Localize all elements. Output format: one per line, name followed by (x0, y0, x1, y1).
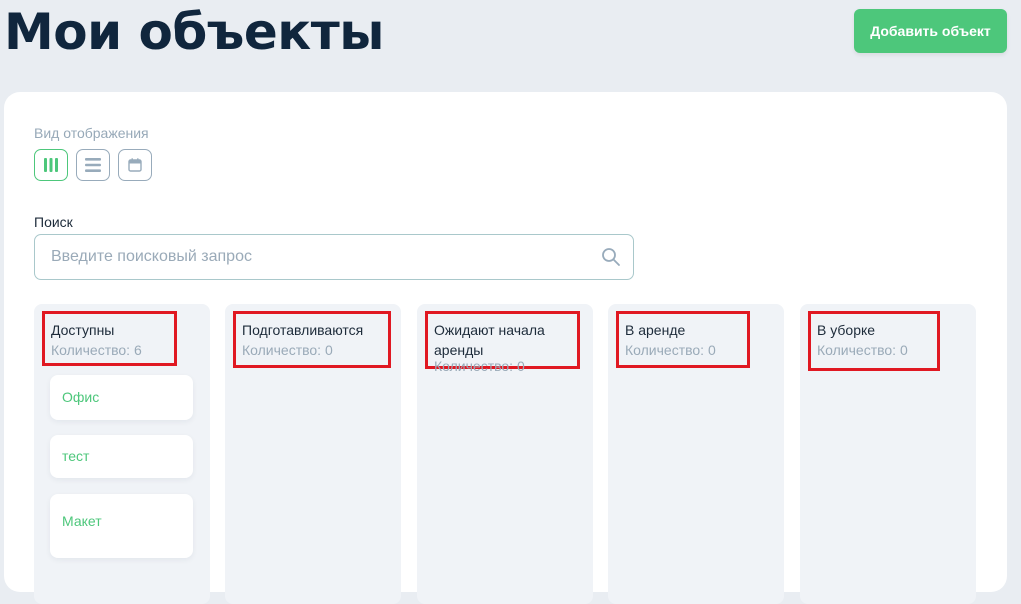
columns-icon (44, 158, 58, 172)
column-header: Подготавливаются Количество: 0 (233, 311, 391, 368)
search-field (34, 234, 634, 280)
column-count: Количество: 0 (817, 342, 908, 358)
view-mode-toggles (34, 149, 152, 181)
view-columns-button[interactable] (34, 149, 68, 181)
view-calendar-button[interactable] (118, 149, 152, 181)
calendar-icon (128, 158, 142, 172)
status-column-available: Доступны Количество: 6 Офис тест Макет (34, 304, 210, 604)
view-list-button[interactable] (76, 149, 110, 181)
object-card[interactable]: Офис (50, 375, 193, 420)
column-title: Ожидают начала аренды (434, 322, 545, 358)
status-column-preparing: Подготавливаются Количество: 0 (225, 304, 401, 604)
search-label: Поиск (34, 214, 73, 230)
page-title: Мои объекты (4, 3, 384, 61)
status-column-awaiting-rent: Ожидают начала аренды Количество: 0 (417, 304, 593, 604)
search-icon[interactable] (601, 247, 621, 267)
column-count: Количество: 0 (434, 358, 525, 374)
status-column-cleaning: В уборке Количество: 0 (800, 304, 976, 604)
view-mode-label: Вид отображения (34, 125, 149, 141)
list-icon (85, 158, 101, 172)
column-header: Ожидают начала аренды Количество: 0 (425, 311, 580, 374)
status-column-rented: В аренде Количество: 0 (608, 304, 784, 604)
column-title: Подготавливаются (242, 322, 364, 338)
search-input[interactable] (35, 235, 595, 279)
column-count: Количество: 0 (242, 342, 333, 358)
column-header: В аренде Количество: 0 (616, 311, 750, 368)
column-count: Количество: 0 (625, 342, 716, 358)
objects-panel: Вид отображения Поиск Введите поисковый … (4, 92, 1007, 604)
object-card[interactable]: Макет (50, 494, 193, 558)
column-count: Количество: 6 (51, 342, 142, 358)
column-title: В уборке (817, 322, 876, 338)
object-card[interactable]: тест (50, 435, 193, 478)
column-title: В аренде (625, 322, 686, 338)
column-header: Доступны Количество: 6 (42, 311, 177, 366)
column-title: Доступны (51, 322, 115, 338)
column-header: В уборке Количество: 0 (808, 311, 940, 371)
add-object-button[interactable]: Добавить объект (854, 9, 1007, 53)
